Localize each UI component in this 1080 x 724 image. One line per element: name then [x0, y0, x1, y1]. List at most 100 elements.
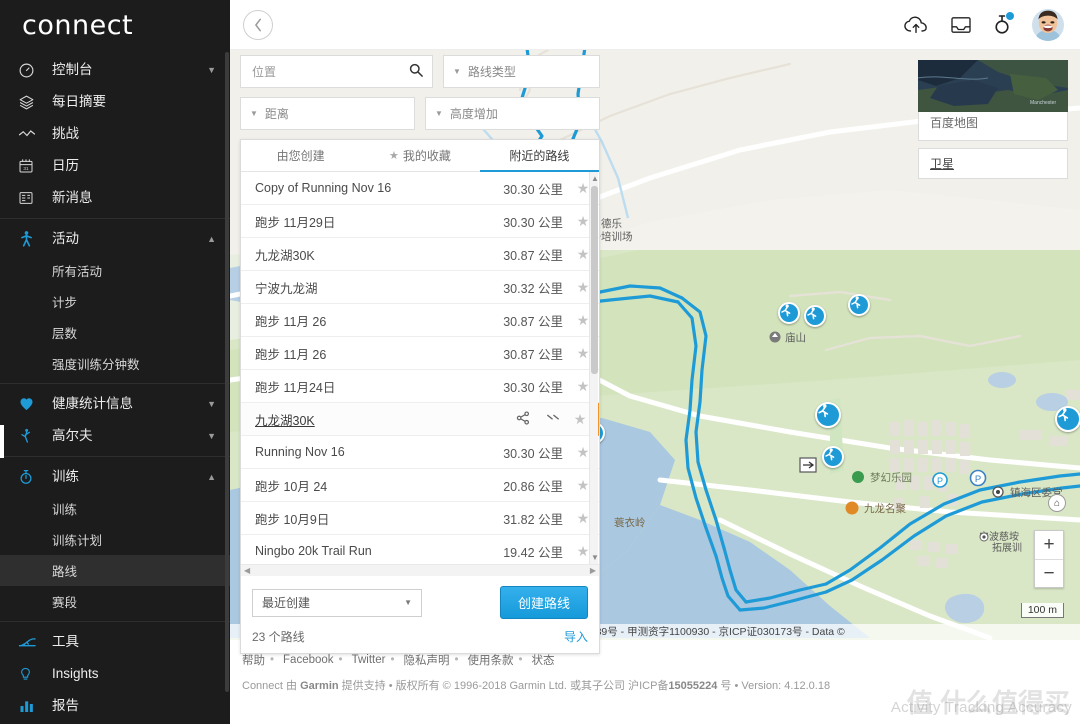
distance-filter[interactable]: ▼ 距离: [240, 97, 415, 130]
list-vertical-scrollbar[interactable]: ▲ ▼: [589, 172, 599, 564]
sidebar-item-steps[interactable]: 计步: [0, 286, 230, 317]
course-name: 跑步 11月24日: [255, 380, 336, 395]
caret-down-icon: ▼: [250, 109, 258, 118]
table-row[interactable]: 跑步 11月 26 30.87 公里 ★: [241, 337, 599, 370]
table-row[interactable]: 九龙湖30K 30.87 公里 ★: [241, 238, 599, 271]
sidebar-item-health-stats[interactable]: 健康统计信息 ▼: [0, 388, 230, 420]
sidebar-item-floors[interactable]: 层数: [0, 317, 230, 348]
footer-link-terms[interactable]: 使用条款: [468, 652, 514, 668]
home-extent-icon[interactable]: ⌂: [1048, 494, 1066, 512]
sidebar-item-daily-summary[interactable]: 每日摘要: [0, 86, 230, 118]
sidebar-item-intensity-minutes[interactable]: 强度训练分钟数: [0, 348, 230, 379]
tab-favorites[interactable]: ★ 我的收藏: [360, 140, 479, 171]
chevron-down-icon: ▼: [207, 65, 216, 75]
footer-link-twitter[interactable]: Twitter: [352, 654, 386, 666]
footer-separator: •: [270, 654, 275, 666]
sidebar-item-news[interactable]: 新消息: [0, 182, 230, 214]
sidebar-label: 报告: [52, 698, 79, 714]
gauge-icon: [18, 62, 42, 79]
course-name: Ningbo 20k Trail Run: [255, 544, 372, 558]
inbox-icon[interactable]: [950, 16, 972, 34]
footer-link-help[interactable]: 帮助: [242, 652, 265, 668]
sidebar-item-activities[interactable]: 活动 ▲: [0, 223, 230, 255]
avatar[interactable]: [1032, 8, 1064, 41]
scroll-thumb[interactable]: [591, 186, 598, 374]
tab-nearby-courses[interactable]: 附近的路线: [479, 140, 600, 172]
sidebar-item-training-plans[interactable]: 训练计划: [0, 524, 230, 555]
table-row[interactable]: 跑步 11月29日 30.30 公里 ★: [241, 205, 599, 238]
sidebar-item-courses[interactable]: 路线: [0, 555, 230, 586]
footer-links: 帮助 • Facebook • Twitter • 隐私声明 • 使用条款 • 状态: [242, 652, 1080, 668]
scroll-left-arrow-icon[interactable]: ◀: [244, 566, 250, 575]
sidebar-item-insights[interactable]: Insights: [0, 658, 230, 690]
sidebar-scrollbar[interactable]: [225, 52, 229, 692]
cloud-upload-icon[interactable]: [904, 15, 928, 34]
sidebar-item-workouts[interactable]: 训练: [0, 493, 230, 524]
import-link[interactable]: 导入: [564, 628, 588, 645]
course-pin-icon[interactable]: [815, 402, 841, 428]
sidebar-sublabel: 层数: [52, 327, 78, 341]
table-row[interactable]: Copy of Running Nov 16 30.30 公里 ★: [241, 172, 599, 205]
sidebar-item-reports[interactable]: 报告: [0, 690, 230, 722]
sort-select[interactable]: 最近创建 ▼: [252, 588, 422, 617]
footer-link-facebook[interactable]: Facebook: [283, 654, 334, 666]
panel-footer-top: 最近创建 ▼ 创建路线: [252, 586, 588, 619]
sidebar-item-training[interactable]: 训练 ▲: [0, 461, 230, 493]
sidebar-item-golf[interactable]: 高尔夫 ▼: [0, 420, 230, 452]
sidebar-item-gear[interactable]: 工具: [0, 626, 230, 658]
sidebar-sublabel: 强度训练分钟数: [52, 358, 140, 372]
sidebar-item-calendar[interactable]: 31 日历: [0, 150, 230, 182]
elevation-gain-filter[interactable]: ▼ 高度增加: [425, 97, 600, 130]
svg-text:蓑衣岭: 蓑衣岭: [614, 516, 646, 529]
sidebar-group-main: 控制台 ▼ 每日摘要 挑战 31 日历 新消息: [0, 50, 230, 219]
share-icon[interactable]: [516, 410, 530, 428]
basemap-label: 百度地图: [930, 116, 979, 130]
map-place-label: 宁波慈垵 拓展训: [979, 532, 1022, 554]
zoom-in-button[interactable]: +: [1035, 531, 1063, 559]
back-button[interactable]: [243, 9, 273, 40]
satellite-layer-button[interactable]: Manchester 卫星: [918, 60, 1068, 179]
sidebar-item-dashboard[interactable]: 控制台 ▼: [0, 54, 230, 86]
course-pin-icon[interactable]: [804, 305, 826, 327]
table-row-selected[interactable]: 九龙湖30K ★: [241, 403, 599, 436]
table-row[interactable]: 跑步 10月 24 20.86 公里 ★: [241, 469, 599, 502]
elevation-filter-label: 高度增加: [449, 107, 498, 121]
scroll-up-arrow-icon[interactable]: ▲: [591, 174, 599, 183]
app-root: connect 控制台 ▼ 每日摘要 挑战 31 日历 新消息 活动 ▲ 所有活…: [0, 0, 1080, 724]
course-pin-icon[interactable]: [822, 446, 844, 468]
table-row[interactable]: 跑步 10月9日 31.82 公里 ★: [241, 502, 599, 535]
tab-created-by-you[interactable]: 由您创建: [241, 140, 360, 171]
table-row[interactable]: 跑步 11月 26 30.87 公里 ★: [241, 304, 599, 337]
footer-link-privacy[interactable]: 隐私声明: [403, 652, 449, 668]
sidebar-group-activities: 活动 ▲ 所有活动 计步 层数 强度训练分钟数: [0, 219, 230, 384]
icp-number: 15055224: [668, 680, 718, 692]
footer-link-status[interactable]: 状态: [532, 652, 555, 668]
course-pin-icon[interactable]: [778, 302, 800, 324]
sidebar-item-challenges[interactable]: 挑战: [0, 118, 230, 150]
table-row[interactable]: Running Nov 16 30.30 公里 ★: [241, 436, 599, 469]
scroll-down-arrow-icon[interactable]: ▼: [591, 553, 599, 562]
sidebar-item-all-activities[interactable]: 所有活动: [0, 255, 230, 286]
brand-logo[interactable]: connect: [0, 0, 230, 50]
favorite-star-icon[interactable]: ★: [572, 411, 588, 428]
search-icon[interactable]: [409, 63, 423, 80]
bulb-icon: [18, 665, 42, 683]
course-type-filter[interactable]: ▼ 路线类型: [443, 55, 600, 88]
search-input[interactable]: [250, 63, 409, 80]
device-icon[interactable]: [994, 11, 1014, 36]
sidebar-item-segments[interactable]: 赛段: [0, 586, 230, 617]
table-row[interactable]: 跑步 11月24日 30.30 公里 ★: [241, 370, 599, 403]
course-pin-icon[interactable]: [848, 294, 870, 316]
send-to-device-icon[interactable]: [546, 412, 560, 427]
zoom-out-button[interactable]: −: [1035, 559, 1063, 587]
search-input-wrapper[interactable]: [240, 55, 433, 88]
caret-down-icon: ▼: [435, 109, 443, 118]
course-pin-icon[interactable]: [1055, 406, 1080, 432]
scroll-right-arrow-icon[interactable]: ▶: [590, 566, 596, 575]
list-horizontal-scrollbar[interactable]: ◀ ▶: [241, 564, 599, 576]
create-course-button[interactable]: 创建路线: [499, 586, 588, 619]
course-name: 跑步 10月9日: [255, 512, 330, 527]
chevron-down-icon: ▼: [207, 431, 216, 441]
table-row[interactable]: Ningbo 20k Trail Run 19.42 公里 ★: [241, 535, 599, 564]
table-row[interactable]: 宁波九龙湖 30.32 公里 ★: [241, 271, 599, 304]
